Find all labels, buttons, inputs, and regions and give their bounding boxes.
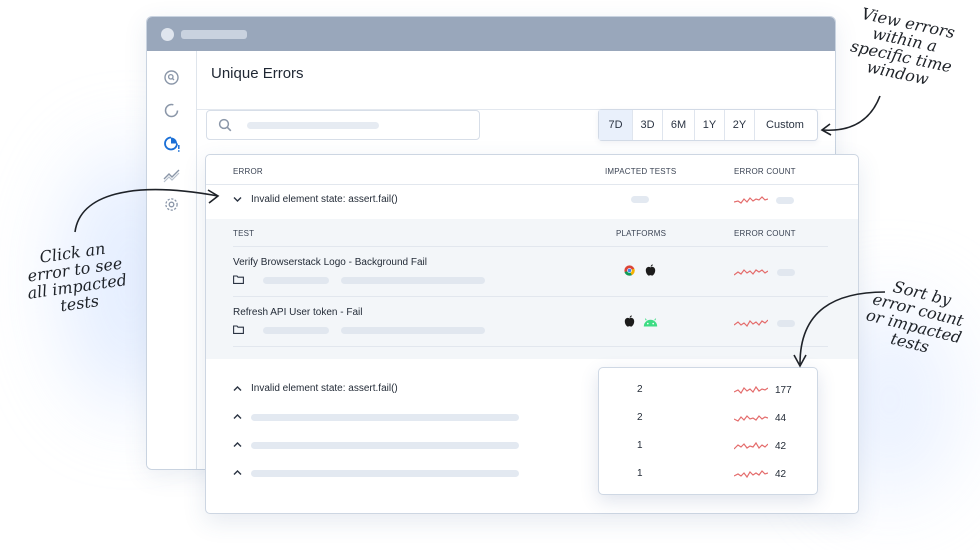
annotation-arrows bbox=[74, 95, 886, 368]
